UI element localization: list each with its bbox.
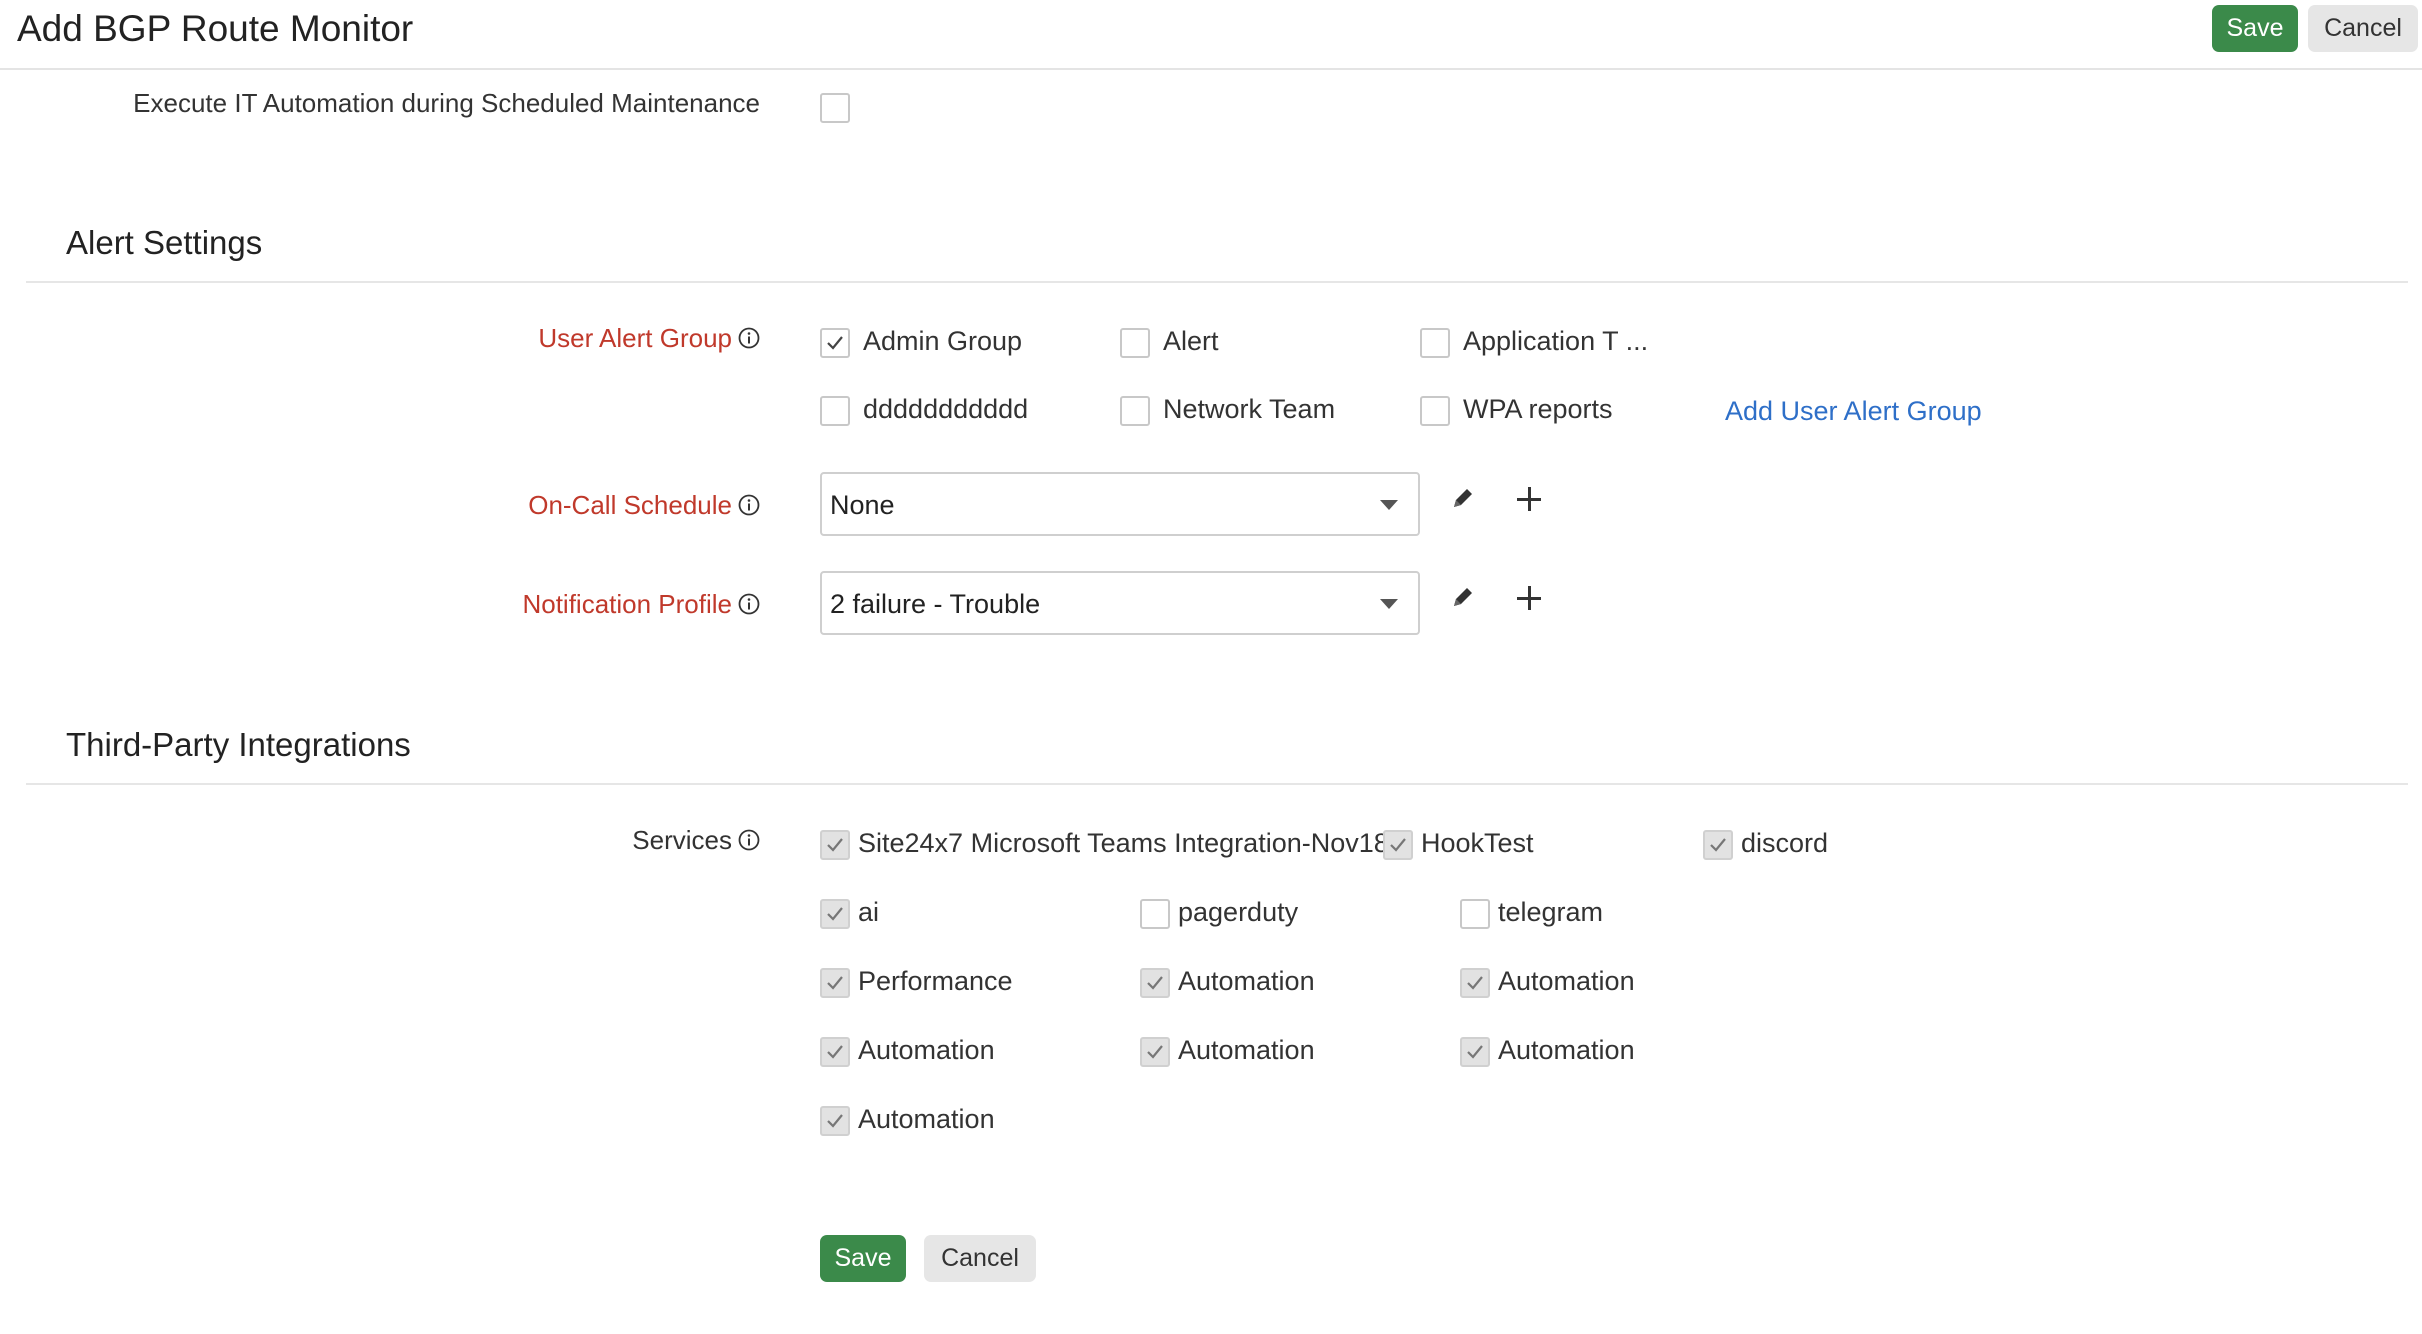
service-option-label: Site24x7 Microsoft Teams Integration-Nov… xyxy=(858,828,1389,858)
caret-down-icon xyxy=(1380,599,1398,609)
service-checkbox[interactable] xyxy=(1460,968,1490,998)
integrations-title: Third-Party Integrations xyxy=(66,726,411,763)
notification-profile-label: Notification Profile xyxy=(522,589,760,622)
service-option-label: Performance xyxy=(858,966,1013,996)
info-icon[interactable] xyxy=(738,827,760,858)
services-label: Services xyxy=(632,825,760,858)
notification-profile-value: 2 failure - Trouble xyxy=(830,589,1041,619)
user-alert-group-checkbox[interactable] xyxy=(1120,328,1150,358)
user-alert-group-checkbox[interactable] xyxy=(1420,328,1450,358)
service-option-label: Automation xyxy=(858,1035,995,1065)
header-divider xyxy=(0,68,2422,70)
service-checkbox[interactable] xyxy=(820,1037,850,1067)
user-alert-group-checkbox[interactable] xyxy=(1120,396,1150,426)
service-checkbox[interactable] xyxy=(1460,1037,1490,1067)
service-checkbox[interactable] xyxy=(1383,830,1413,860)
on-call-schedule-select[interactable]: None xyxy=(820,472,1420,536)
service-option-label: Automation xyxy=(1178,966,1315,996)
on-call-schedule-label: On-Call Schedule xyxy=(528,490,760,523)
user-alert-group-option-label: Application T ... xyxy=(1463,326,1649,356)
user-alert-group-checkbox[interactable] xyxy=(820,396,850,426)
service-option-label: Automation xyxy=(1498,966,1635,996)
service-option-label: telegram xyxy=(1498,897,1604,927)
service-option-label: ai xyxy=(858,897,880,927)
add-plus-icon[interactable] xyxy=(1516,486,1542,517)
service-checkbox[interactable] xyxy=(1140,899,1170,929)
service-checkbox[interactable] xyxy=(1140,968,1170,998)
header-cancel-button[interactable]: Cancel xyxy=(2308,5,2418,52)
user-alert-group-option-label: Network Team xyxy=(1163,394,1336,424)
user-alert-group-option-label: Alert xyxy=(1163,326,1219,356)
notification-profile-select[interactable]: 2 failure - Trouble xyxy=(820,571,1420,635)
user-alert-group-option-label: WPA reports xyxy=(1463,394,1613,424)
edit-pencil-icon[interactable] xyxy=(1450,485,1476,516)
integrations-divider xyxy=(26,783,2408,785)
user-alert-group-checkbox[interactable] xyxy=(820,328,850,358)
service-checkbox[interactable] xyxy=(1703,830,1733,860)
on-call-schedule-label-text: On-Call Schedule xyxy=(528,490,732,520)
user-alert-group-label: User Alert Group xyxy=(538,323,760,356)
alert-settings-divider xyxy=(26,281,2408,283)
maintenance-checkbox[interactable] xyxy=(820,93,850,123)
add-plus-icon[interactable] xyxy=(1516,585,1542,616)
service-checkbox[interactable] xyxy=(820,1106,850,1136)
service-option-label: pagerduty xyxy=(1178,897,1299,927)
info-icon[interactable] xyxy=(738,492,760,523)
footer-save-button[interactable]: Save xyxy=(820,1235,906,1282)
service-checkbox[interactable] xyxy=(1140,1037,1170,1067)
info-icon[interactable] xyxy=(738,325,760,356)
on-call-schedule-value: None xyxy=(830,490,895,520)
service-option-label: Automation xyxy=(858,1104,995,1134)
service-option-label: discord xyxy=(1741,828,1829,858)
page-title: Add BGP Route Monitor xyxy=(17,8,414,49)
header-save-button[interactable]: Save xyxy=(2212,5,2298,52)
service-checkbox[interactable] xyxy=(820,830,850,860)
caret-down-icon xyxy=(1380,500,1398,510)
user-alert-group-label-text: User Alert Group xyxy=(538,323,732,353)
user-alert-group-option-label: Admin Group xyxy=(863,326,1023,356)
notification-profile-label-text: Notification Profile xyxy=(522,589,732,619)
service-checkbox[interactable] xyxy=(1460,899,1490,929)
user-alert-group-option-label: ddddddddddd xyxy=(863,394,1029,424)
footer-cancel-button[interactable]: Cancel xyxy=(924,1235,1036,1282)
add-user-alert-group-link[interactable]: Add User Alert Group xyxy=(1725,396,1982,427)
edit-pencil-icon[interactable] xyxy=(1450,584,1476,615)
maintenance-label: Execute IT Automation during Scheduled M… xyxy=(133,88,760,118)
service-checkbox[interactable] xyxy=(820,899,850,929)
service-option-label: Automation xyxy=(1498,1035,1635,1065)
user-alert-group-checkbox[interactable] xyxy=(1420,396,1450,426)
info-icon[interactable] xyxy=(738,591,760,622)
service-option-label: Automation xyxy=(1178,1035,1315,1065)
service-option-label: HookTest xyxy=(1421,828,1534,858)
alert-settings-title: Alert Settings xyxy=(66,224,263,261)
service-checkbox[interactable] xyxy=(820,968,850,998)
services-label-text: Services xyxy=(632,825,732,855)
